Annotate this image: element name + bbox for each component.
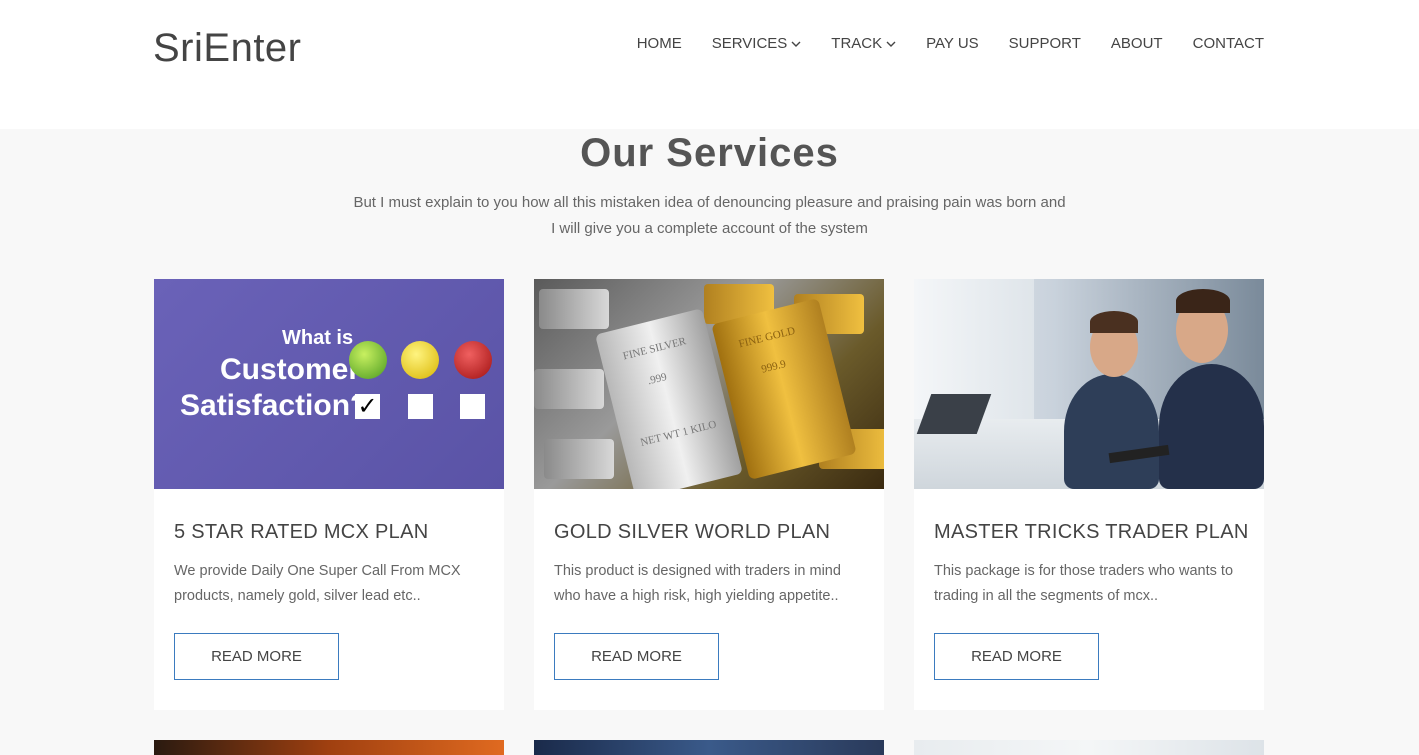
image-text-customer: Customer <box>220 353 361 386</box>
service-card-master-tricks: MASTER TRICKS TRADER PLAN This package i… <box>914 279 1264 710</box>
card-description: This product is designed with traders in… <box>554 563 841 604</box>
service-card-gold-silver: FINE SILVER .999 NET WT 1 KILO FINE GOLD… <box>534 279 884 710</box>
image-text-what-is: What is <box>282 327 354 349</box>
section-subtitle: But I must explain to you how all this m… <box>0 190 1419 242</box>
person-right-hair <box>1176 289 1230 313</box>
chevron-down-icon <box>886 41 896 47</box>
neutral-face-icon <box>401 341 439 379</box>
gold-bar-label: FINE GOLD <box>737 324 797 351</box>
nav-contact[interactable]: CONTACT <box>1193 35 1264 52</box>
card-title: MASTER TRICKS TRADER PLAN <box>934 521 1249 543</box>
read-more-button[interactable]: READ MORE <box>934 633 1099 680</box>
header-spacer <box>0 106 1419 129</box>
card-title: 5 STAR RATED MCX PLAN <box>174 521 429 543</box>
silver-bar <box>539 289 609 329</box>
silver-bar <box>544 439 614 479</box>
card-description: This package is for those traders who wa… <box>934 563 1234 604</box>
nav-track-label: TRACK <box>831 35 883 52</box>
gold-silver-bars-image: FINE SILVER .999 NET WT 1 KILO FINE GOLD… <box>534 279 884 489</box>
silver-bar-label: FINE SILVER <box>621 335 688 363</box>
read-more-button[interactable]: READ MORE <box>174 633 339 680</box>
site-logo[interactable]: SriEnter <box>153 26 302 71</box>
person-left-hair <box>1090 311 1138 333</box>
nav-about[interactable]: ABOUT <box>1111 35 1163 52</box>
nav-services-label: SERVICES <box>711 35 788 52</box>
service-card-row2-2-image <box>534 740 884 755</box>
person-left-suit <box>1064 374 1159 489</box>
nav-about-label: ABOUT <box>1110 35 1163 52</box>
section-title: Our Services <box>580 131 839 175</box>
nav-home-label: HOME <box>636 35 682 52</box>
business-meeting-image <box>914 279 1264 489</box>
empty-box-icon <box>408 394 433 419</box>
empty-box-icon <box>460 394 485 419</box>
nav-pay-us[interactable]: PAY US <box>926 35 979 52</box>
service-card-row2-3-image <box>914 740 1264 755</box>
nav-pay-us-label: PAY US <box>926 35 979 52</box>
gold-bar-purity: 999.9 <box>760 358 788 376</box>
read-more-button[interactable]: READ MORE <box>554 633 719 680</box>
main-nav: HOME SERVICES TRACK PAY US SUPPORT ABOUT… <box>637 35 1264 52</box>
nav-services[interactable]: SERVICES <box>712 35 802 52</box>
nav-track[interactable]: TRACK <box>831 35 896 52</box>
nav-support-label: SUPPORT <box>1008 35 1081 52</box>
chevron-down-icon <box>791 41 801 47</box>
silver-bar-weight: NET WT 1 KILO <box>639 418 718 449</box>
service-card-mcx: What is Customer Satisfaction? ✓ 5 STAR … <box>154 279 504 710</box>
silver-bar-purity: .999 <box>646 370 669 388</box>
happy-face-icon <box>349 341 387 379</box>
customer-satisfaction-image: What is Customer Satisfaction? ✓ <box>154 279 504 489</box>
card-description: We provide Daily One Super Call From MCX… <box>174 563 461 604</box>
nav-contact-label: CONTACT <box>1192 35 1264 52</box>
person-right-suit <box>1159 364 1264 489</box>
card-title: GOLD SILVER WORLD PLAN <box>554 521 831 543</box>
subtitle-line-1: But I must explain to you how all this m… <box>353 194 1066 211</box>
nav-home[interactable]: HOME <box>637 35 682 52</box>
checked-box-icon: ✓ <box>355 394 380 419</box>
sad-face-icon <box>454 341 492 379</box>
subtitle-line-2: I will give you a complete account of th… <box>551 220 868 237</box>
nav-support[interactable]: SUPPORT <box>1009 35 1081 52</box>
site-header: SriEnter HOME SERVICES TRACK PAY US SUPP… <box>0 0 1419 106</box>
silver-bar <box>534 369 604 409</box>
image-text-satisfaction: Satisfaction? <box>180 389 369 422</box>
service-card-row2-1-image <box>154 740 504 755</box>
